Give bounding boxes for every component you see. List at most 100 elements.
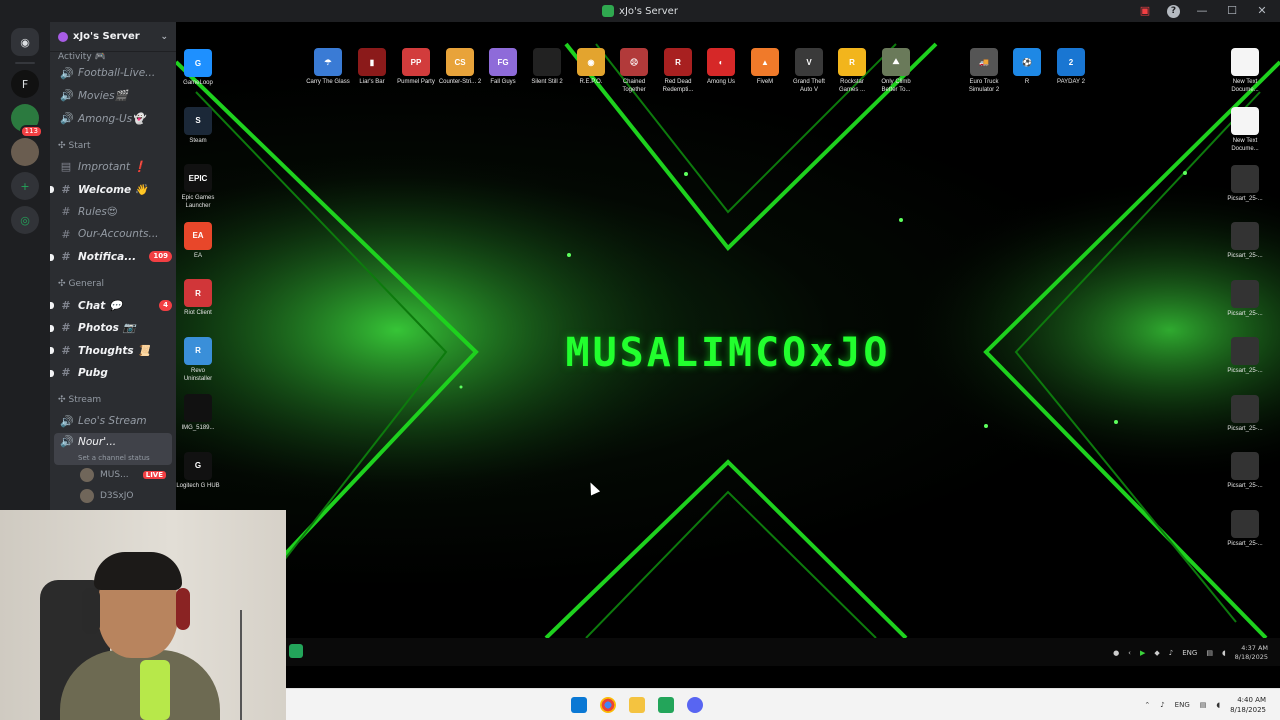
channel-list: Activity 🎮 🔊 Football-Live... 🔊 Movies🎬 🔊 Amo… — [50, 52, 176, 509]
channel-name: Welcome 👋 — [78, 183, 148, 196]
category-start[interactable]: ✣ Start — [54, 136, 172, 156]
live-badge: LIVE — [142, 471, 166, 479]
desktop-icon[interactable]: Picsart_25-... — [1223, 394, 1267, 433]
category-general[interactable]: ✣ General — [54, 274, 172, 294]
desktop-icon[interactable]: PP Pummel Party — [394, 48, 438, 86]
desktop-icon[interactable]: ⛰ Only Climb Better To... — [874, 48, 918, 94]
desktop-icon-label: GameLoop — [183, 80, 213, 86]
server-button-1[interactable]: F — [11, 70, 39, 98]
channel-item[interactable]: # Pubg — [50, 362, 172, 385]
app-icon: ☂ — [314, 48, 342, 76]
channel-item[interactable]: 🔊 Football-Live... — [54, 62, 172, 85]
app-icon — [1231, 337, 1259, 365]
desktop-icon[interactable]: R Rockstar Games ... — [830, 48, 874, 94]
stream-view[interactable]: MUSALIMCOxJO ☂ Carry The Glass ▮ Liar's Bar… — [176, 22, 1280, 688]
server-header[interactable]: xJo's Server ⌄ — [50, 22, 176, 52]
desktop-icon[interactable]: New Text Docume... — [1223, 48, 1267, 94]
channel-item[interactable]: # Photos 📷 — [50, 317, 172, 340]
avatar — [80, 468, 94, 482]
desktop-icon[interactable]: Picsart_25-... — [1223, 452, 1267, 490]
discord-icon[interactable] — [687, 697, 703, 713]
desktop-icon[interactable]: 2 PAYDAY 2 — [1049, 48, 1093, 86]
desktop-icon[interactable]: New Text Docume... — [1223, 107, 1267, 153]
desktop-icon[interactable]: ☂ Carry The Glass — [306, 48, 350, 86]
app-icon[interactable] — [658, 697, 674, 713]
inbox-icon[interactable]: ▣ — [1137, 3, 1153, 19]
channel-name: Improtant ❗ — [78, 161, 147, 174]
desktop-icon[interactable]: Picsart_25-... — [1223, 337, 1267, 375]
desktop-icon[interactable]: CS Counter-Stri... 2 — [438, 48, 482, 86]
desktop-icon[interactable]: R Revo Uninstaller — [176, 336, 220, 383]
desktop-icon[interactable]: S Steam — [176, 106, 220, 145]
server-button-3[interactable] — [11, 138, 39, 166]
desktop-icon[interactable]: G Logitech G HUB — [176, 451, 220, 490]
hash-icon: # — [61, 366, 71, 380]
voice-user[interactable]: MUS... LIVE — [54, 465, 172, 486]
channel-item[interactable]: # Thoughts 📜 — [50, 339, 172, 362]
help-icon[interactable]: ? — [1167, 4, 1180, 18]
desktop-icon[interactable]: ▲ FiveM — [743, 48, 787, 86]
hash-icon: # — [61, 250, 71, 264]
desktop-icon[interactable]: ☹ Chained Together — [612, 48, 656, 94]
file-explorer-icon[interactable] — [629, 697, 645, 713]
desktop-icon[interactable]: ◐ Among Us — [699, 48, 743, 86]
channel-item[interactable]: 🔊 Movies🎬 — [54, 85, 172, 108]
desktop-icon-label: Picsart_25-... — [1227, 195, 1263, 202]
desktop-icon[interactable]: ▮ Liar's Bar — [350, 48, 394, 86]
desktop-icon[interactable]: R Red Dead Redempti... — [656, 48, 700, 94]
desktop-icon[interactable]: Picsart_25-... — [1223, 222, 1267, 260]
desktop-icon[interactable]: R Riot Client — [176, 279, 220, 317]
active-voice-channel[interactable]: 🔊 Nour'... Set a channel status — [54, 432, 172, 465]
mic-icon[interactable]: ♪ — [1160, 701, 1164, 709]
desktop-icon[interactable]: ◉ R.E.P.O. — [569, 48, 613, 86]
channel-item[interactable]: # Welcome 👋 — [50, 178, 172, 201]
desktop-icon[interactable]: 🚚 Euro Truck Simulator 2 — [962, 48, 1006, 94]
desktop-icon[interactable]: G GameLoop — [176, 49, 220, 87]
channel-name: Our-Accounts... — [78, 228, 159, 241]
channel-item[interactable]: ▤ Improtant ❗ — [54, 156, 172, 179]
channel-item[interactable]: 🔊 Among-Us👻 — [54, 107, 172, 130]
network-icon[interactable]: ▤ — [1200, 701, 1207, 709]
desktop-icon[interactable]: V Grand Theft Auto V — [787, 48, 831, 94]
app-icon: ⛰ — [882, 48, 910, 76]
server-button-2[interactable]: 113 — [11, 104, 43, 138]
taskbar-lang[interactable]: ENG — [1175, 701, 1190, 709]
desktop-icon[interactable]: Picsart_25-... — [1223, 509, 1267, 548]
desktop-icon-label: PAYDAY 2 — [1057, 79, 1085, 85]
desktop-icon[interactable]: Picsart_25-... — [1223, 164, 1267, 203]
channel-item[interactable]: # Rules😍 — [54, 201, 172, 224]
chevron-up-icon[interactable]: ⌃ — [1144, 701, 1150, 709]
category-stream[interactable]: ✣ Stream — [54, 390, 172, 410]
desktop-icon[interactable]: EPIC Epic Games Launcher — [176, 164, 220, 210]
app-icon: ☹ — [620, 48, 648, 76]
chrome-icon[interactable] — [600, 697, 616, 713]
channel-item[interactable]: # Chat 💬 4 — [50, 294, 172, 317]
desktop-icon[interactable]: ⚽ R — [1005, 48, 1049, 86]
close-icon[interactable]: ✕ — [1254, 3, 1270, 19]
channel-item[interactable]: 🔊 Leo's Stream — [54, 410, 172, 433]
channel-item[interactable]: # Our-Accounts... — [54, 223, 172, 246]
voice-user[interactable]: D3SxJO — [54, 486, 172, 507]
hash-icon: # — [61, 182, 71, 196]
discover-button[interactable]: ◎ — [11, 206, 39, 234]
desktop-icon[interactable]: EA EA — [176, 221, 220, 260]
desktop-icon[interactable]: Silent Still 2 — [525, 48, 569, 86]
maximize-icon[interactable]: ☐ — [1224, 3, 1240, 19]
volume-icon[interactable]: ◖ — [1216, 701, 1220, 709]
desktop-icon-label: Pummel Party — [397, 79, 435, 85]
minimize-icon[interactable]: — — [1194, 3, 1210, 19]
desktop-icon[interactable]: FG Fall Guys — [481, 48, 525, 86]
channel-item[interactable]: # Notifica... 109 — [50, 246, 172, 269]
taskbar-clock[interactable]: 4:40 AM 8/18/2025 — [1230, 695, 1266, 715]
app-icon — [184, 394, 212, 422]
desktop-icon[interactable]: IMG_5189... — [176, 394, 220, 432]
windows-start-icon[interactable] — [571, 697, 587, 713]
direct-messages-button[interactable]: ◉ — [11, 28, 39, 56]
desktop-icon-label: New Text Docume... — [1231, 79, 1259, 93]
unread-count-badge: 4 — [159, 299, 172, 311]
wallpaper-logo-text: MUSALIMCOxJO — [565, 330, 891, 376]
channel-status[interactable]: Set a channel status — [60, 454, 172, 462]
app-icon: V — [795, 48, 823, 76]
add-server-button[interactable]: + — [11, 172, 39, 200]
desktop-icon[interactable]: Picsart_25-... — [1223, 279, 1267, 318]
